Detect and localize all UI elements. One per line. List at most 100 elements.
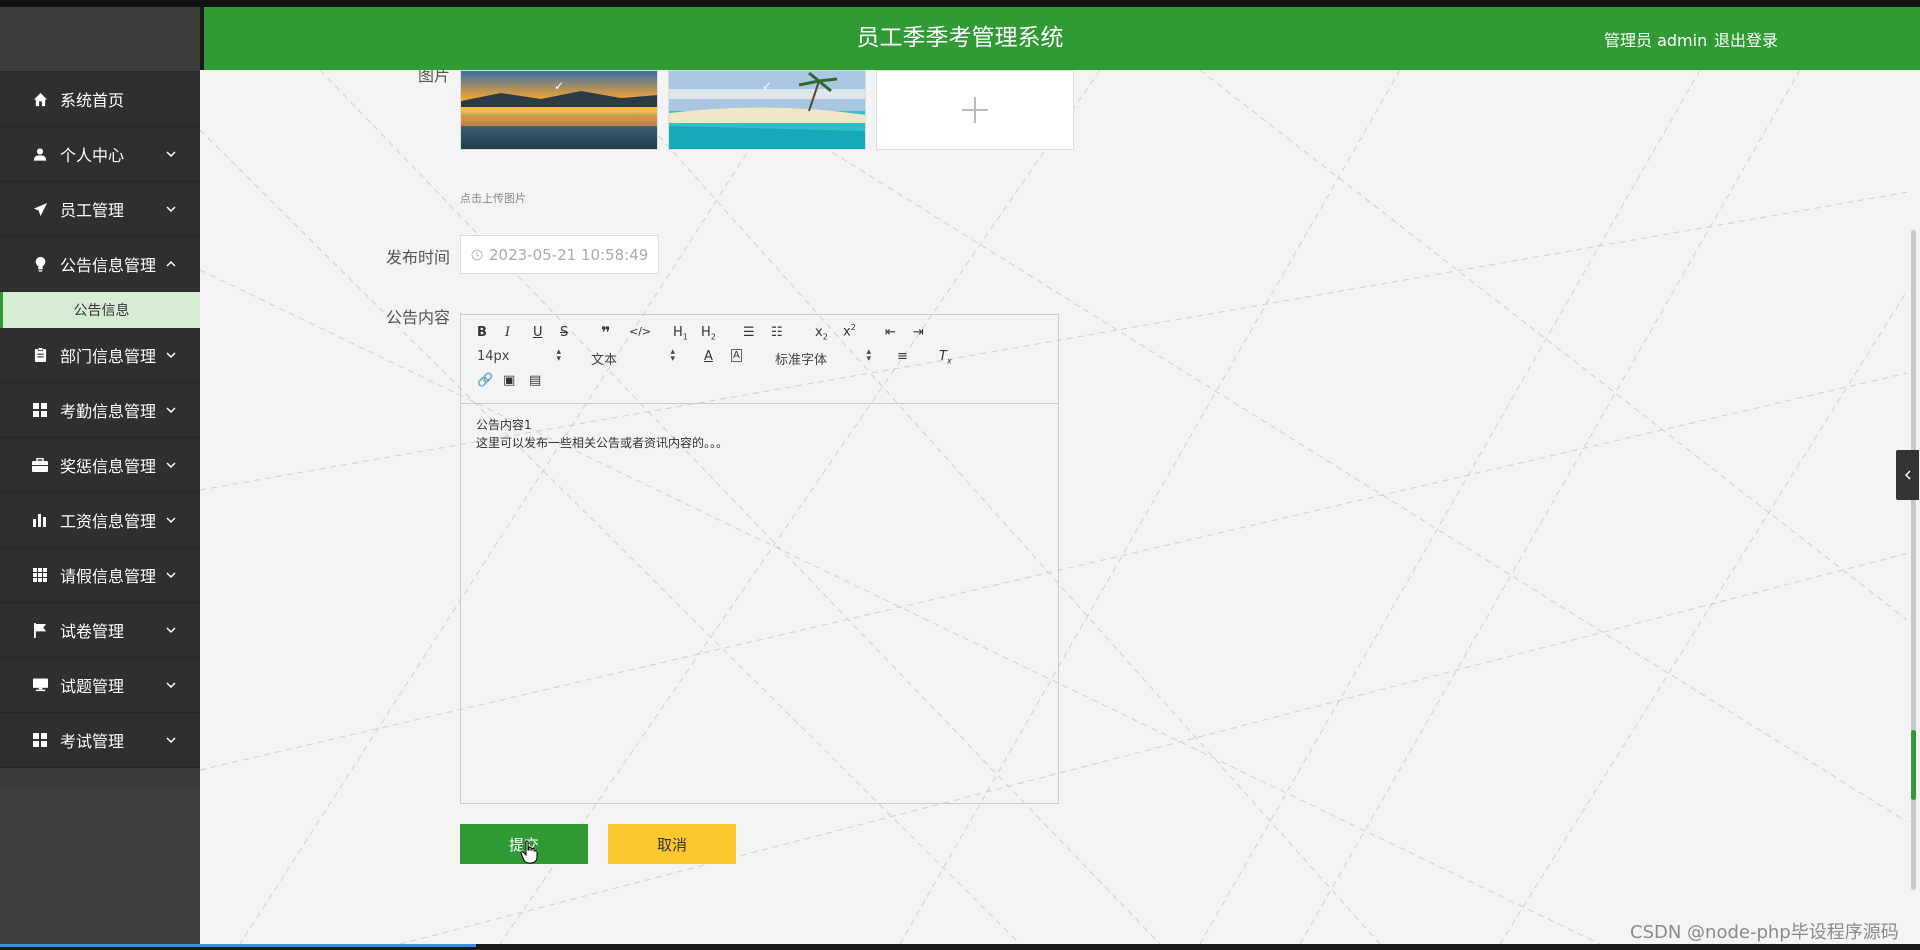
outdent-icon[interactable]: ⇤	[885, 325, 896, 340]
text-type-select[interactable]: 文本 ▴ ▾	[591, 347, 675, 369]
check-icon: ✓	[761, 79, 773, 93]
image-label: 图片	[417, 70, 450, 85]
sidebar-item-home[interactable]: 系统首页	[0, 72, 200, 127]
select-arrows-icon: ▴ ▾	[556, 347, 561, 364]
uploaded-image-1[interactable]: ✓	[460, 70, 658, 150]
ordered-list-icon[interactable]: ☰	[743, 325, 755, 340]
clock-icon	[471, 249, 483, 260]
strikethrough-icon[interactable]: S	[560, 325, 568, 340]
font-color-icon[interactable]: A	[704, 349, 713, 364]
font-size-value: 14px	[477, 349, 510, 364]
chevron-up-icon	[166, 260, 176, 267]
heading1-icon[interactable]: H1	[673, 325, 688, 342]
rich-text-editor[interactable]: B I U S ❞ </> H1 H2 ☰ ☷ x2 x2 ⇤ ⇥ 14px ▴…	[460, 314, 1059, 804]
grid-icon	[32, 402, 48, 418]
sidebar-item-label: 部门信息管理	[60, 347, 157, 366]
align-left-icon[interactable]: ≡	[897, 349, 908, 364]
font-size-select[interactable]: 14px ▴ ▾	[477, 347, 561, 365]
sidebar-item-profile[interactable]: 个人中心	[0, 127, 200, 182]
sidebar-item-label: 员工管理	[60, 201, 125, 220]
top-strip	[0, 0, 1920, 7]
bar-chart-icon	[32, 512, 48, 528]
chevron-down-icon	[166, 151, 176, 158]
cancel-button[interactable]: 取消	[608, 824, 736, 864]
check-icon: ✓	[553, 79, 565, 93]
editor-toolbar: B I U S ❞ </> H1 H2 ☰ ☷ x2 x2 ⇤ ⇥ 14px ▴…	[461, 315, 1058, 404]
sidebar-item-papers[interactable]: 试卷管理	[0, 603, 200, 658]
superscript-icon[interactable]: x2	[843, 323, 856, 339]
bold-icon[interactable]: B	[477, 325, 487, 340]
select-arrows-icon: ▴ ▾	[866, 347, 871, 364]
sidebar-item-notices[interactable]: 公告信息管理	[0, 237, 200, 292]
sidebar-filler	[0, 789, 200, 944]
vertical-scrollbar[interactable]	[1907, 70, 1920, 944]
briefcase-icon	[32, 457, 48, 473]
indent-icon[interactable]: ⇥	[913, 325, 924, 340]
chevron-down-icon	[166, 572, 176, 579]
editor-line-1: 公告内容1	[476, 418, 532, 432]
current-user: 管理员 admin	[1604, 31, 1708, 50]
upload-hint: 点击上传图片	[460, 192, 526, 205]
image-icon[interactable]: ▣	[503, 373, 515, 388]
select-arrows-icon: ▴ ▾	[670, 347, 675, 364]
sidebar-item-label: 公告信息管理	[60, 256, 157, 275]
home-icon	[32, 91, 48, 107]
font-family-select[interactable]: 标准字体 ▴ ▾	[775, 347, 871, 369]
chevron-left-icon	[1904, 470, 1911, 480]
image-upload-button[interactable]	[876, 70, 1074, 150]
app-title: 员工季季考管理系统	[856, 25, 1064, 51]
sidebar-item-exams[interactable]: 考试管理	[0, 713, 200, 768]
scrollbar-accent	[1911, 730, 1916, 800]
sidebar-item-label: 系统首页	[60, 91, 125, 110]
clear-format-icon[interactable]: Tx	[939, 349, 952, 366]
editor-content[interactable]: 公告内容1 这里可以发布一些相关公告或者资讯内容的。。。	[461, 404, 1058, 464]
sidebar-item-leave[interactable]: 请假信息管理	[0, 548, 200, 603]
sidebar-item-departments[interactable]: 部门信息管理	[0, 328, 200, 383]
publish-time-input[interactable]: 2023-05-21 10:58:49	[460, 235, 659, 274]
flag-icon	[32, 622, 48, 638]
header: 员工季季考管理系统 管理员 admin 退出登录	[204, 7, 1920, 70]
sidebar-menu: 系统首页 个人中心 员工管理 公告信息管理 公告信息 部门信息管理 考勤信息管理…	[0, 72, 200, 768]
chevron-down-icon	[166, 462, 176, 469]
chevron-down-icon	[166, 407, 176, 414]
sidebar-item-attendance[interactable]: 考勤信息管理	[0, 383, 200, 438]
sidebar-item-label: 考勤信息管理	[60, 402, 157, 421]
lightbulb-icon	[32, 256, 48, 272]
table-icon	[32, 567, 48, 583]
sidebar-item-salary[interactable]: 工资信息管理	[0, 493, 200, 548]
main-content: 图片 ✓ ✓ 点击上传图片 发布时间 2023-05-21 10:58:49 公…	[200, 70, 1920, 944]
sidebar-item-label: 个人中心	[60, 146, 125, 165]
sidebar-item-label: 奖惩信息管理	[60, 457, 157, 476]
sidebar-item-label: 请假信息管理	[60, 567, 157, 586]
side-panel-toggle[interactable]	[1896, 450, 1919, 500]
sidebar-item-rewards[interactable]: 奖惩信息管理	[0, 438, 200, 493]
italic-icon[interactable]: I	[505, 325, 510, 340]
background-color-icon[interactable]: A	[731, 349, 742, 362]
sidebar-subitem-label: 公告信息	[73, 303, 130, 319]
heading2-icon[interactable]: H2	[701, 325, 716, 342]
chevron-down-icon	[166, 517, 176, 524]
bullet-list-icon[interactable]: ☷	[771, 325, 783, 340]
underline-icon[interactable]: U	[533, 325, 543, 340]
chevron-down-icon	[166, 206, 176, 213]
link-icon[interactable]: 🔗	[477, 373, 493, 388]
sidebar-item-questions[interactable]: 试题管理	[0, 658, 200, 713]
chevron-down-icon	[166, 737, 176, 744]
chevron-down-icon	[166, 682, 176, 689]
uploaded-image-2[interactable]: ✓	[668, 70, 866, 150]
logout-link[interactable]: 退出登录	[1714, 27, 1778, 51]
sidebar-logo-area	[0, 7, 200, 72]
sidebar-item-label: 工资信息管理	[60, 512, 157, 531]
sidebar: 系统首页 个人中心 员工管理 公告信息管理 公告信息 部门信息管理 考勤信息管理…	[0, 7, 200, 944]
sidebar-item-employees[interactable]: 员工管理	[0, 182, 200, 237]
video-icon[interactable]: ▤	[529, 373, 541, 388]
user-icon	[32, 146, 48, 162]
publish-time-value: 2023-05-21 10:58:49	[489, 245, 649, 264]
subscript-icon[interactable]: x2	[815, 325, 828, 342]
publish-time-label: 发布时间	[385, 248, 450, 267]
sidebar-subitem-notice-info[interactable]: 公告信息	[0, 292, 200, 328]
blockquote-icon[interactable]: ❞	[601, 323, 610, 342]
chevron-down-icon	[166, 352, 176, 359]
code-icon[interactable]: </>	[629, 325, 651, 338]
paper-plane-icon	[32, 201, 48, 217]
